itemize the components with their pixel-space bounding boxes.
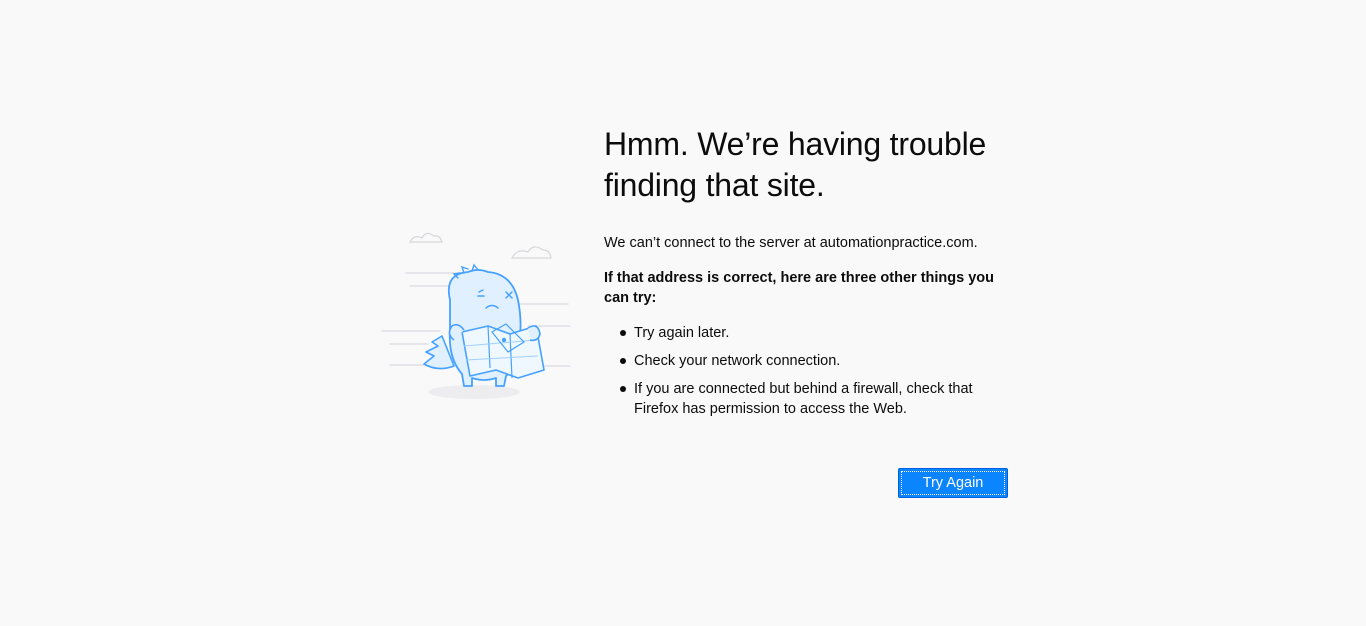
tips-list: Try again later. Check your network conn… xyxy=(604,323,1014,427)
error-hint: If that address is correct, here are thr… xyxy=(604,270,994,306)
error-page: Hmm. We’re having trouble finding that s… xyxy=(0,0,1366,626)
error-description: We can’t connect to the server at automa… xyxy=(604,235,978,251)
list-item: Check your network connection. xyxy=(604,351,1014,371)
dinosaur-map-illustration-icon xyxy=(380,228,575,403)
list-item: Try again later. xyxy=(604,323,1014,343)
list-item: If you are connected but behind a firewa… xyxy=(604,379,1014,419)
error-content: Hmm. We’re having trouble finding that s… xyxy=(604,124,1014,417)
try-again-button[interactable]: Try Again xyxy=(898,468,1008,498)
page-title: Hmm. We’re having trouble finding that s… xyxy=(604,126,987,203)
